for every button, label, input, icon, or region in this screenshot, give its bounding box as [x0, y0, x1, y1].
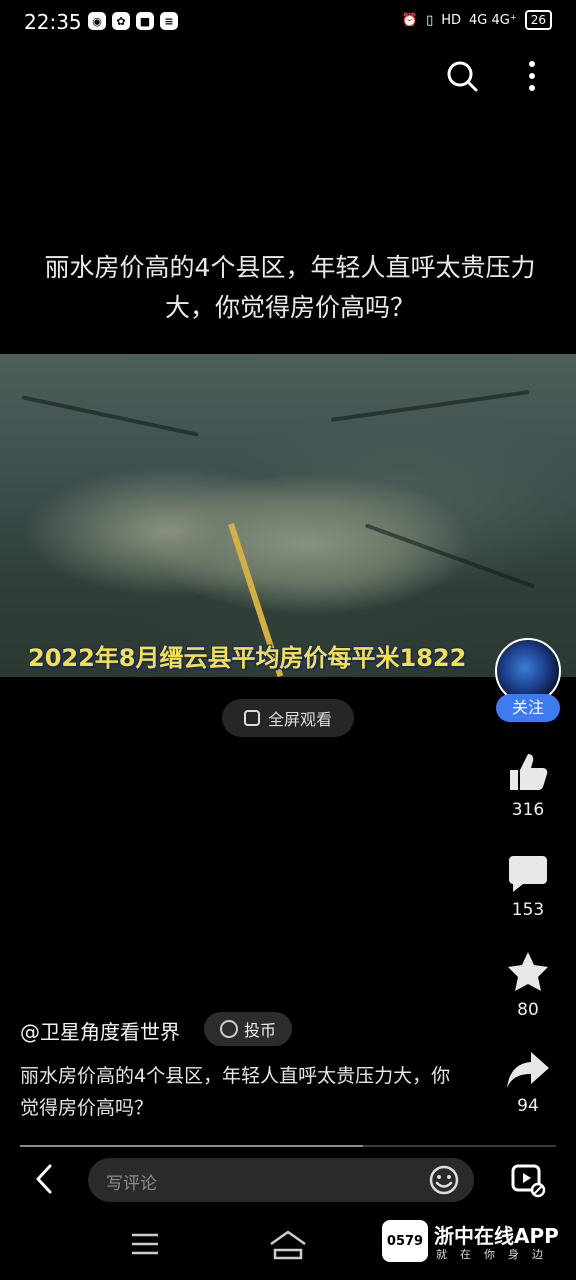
- signal-label: 4G 4G⁺: [469, 12, 517, 28]
- like-count: 316: [511, 800, 545, 820]
- comment-input[interactable]: 写评论: [88, 1158, 474, 1202]
- comment-button[interactable]: 153: [498, 852, 558, 920]
- comment-count: 153: [511, 900, 545, 920]
- favorite-button[interactable]: 80: [498, 950, 558, 1020]
- notification-icons: ◉ ✿ ■ ≡: [88, 12, 178, 30]
- status-bar: 22:35 ◉ ✿ ■ ≡ ⏰ ▯ HD 4G 4G⁺ 26: [0, 0, 576, 44]
- app-notification-icon: ◉: [88, 12, 106, 30]
- more-options-icon[interactable]: [518, 58, 546, 94]
- search-icon[interactable]: [444, 58, 480, 94]
- thumbs-up-icon: [510, 754, 548, 790]
- watermark-title: 浙中在线APP: [434, 1224, 559, 1248]
- status-right: ⏰ ▯ HD 4G 4G⁺ 26: [402, 10, 552, 30]
- home-icon[interactable]: [268, 1228, 308, 1262]
- alarm-icon: ⏰: [401, 12, 419, 28]
- author-name[interactable]: @卫星角度看世界: [20, 1016, 180, 1045]
- coin-label: 投币: [243, 1021, 276, 1040]
- mountain-ridge: [330, 390, 530, 422]
- share-count: 94: [517, 1096, 539, 1116]
- mini-player-icon[interactable]: [510, 1162, 546, 1198]
- video-progress-bar[interactable]: [20, 1145, 556, 1147]
- share-button[interactable]: 94: [498, 1050, 558, 1116]
- mountain-ridge: [21, 395, 199, 437]
- fullscreen-icon: [243, 710, 260, 726]
- star-icon: [508, 952, 548, 991]
- video-player[interactable]: 2022年8月缙云县平均房价每平米1822: [0, 354, 576, 677]
- favorite-count: 80: [517, 1000, 539, 1020]
- message-icon: ≡: [160, 12, 178, 30]
- progress-fill: [20, 1145, 364, 1147]
- fullscreen-label: 全屏观看: [267, 710, 332, 729]
- share-arrow-icon: [507, 1052, 549, 1088]
- back-arrow-icon[interactable]: [30, 1162, 60, 1196]
- battery-level: 26: [524, 10, 552, 30]
- status-time: 22:35: [24, 10, 82, 34]
- video-subtitle: 2022年8月缙云县平均房价每平米1822: [28, 644, 467, 672]
- menu-icon[interactable]: [130, 1232, 160, 1256]
- coin-icon: [219, 1020, 238, 1038]
- watermark-slogan: 就在你身边: [436, 1248, 556, 1261]
- follow-button[interactable]: 关注: [496, 694, 560, 722]
- coin-button[interactable]: 投币: [204, 1012, 292, 1046]
- comment-bubble-icon: [509, 856, 547, 892]
- vibrate-icon: ▯: [426, 12, 434, 28]
- emoji-icon[interactable]: [428, 1164, 460, 1196]
- watermark-logo: 0579: [382, 1220, 428, 1262]
- post-description: 丽水房价高的4个县区，年轻人直呼太贵压力大，你觉得房价高吗？: [20, 1065, 451, 1119]
- fullscreen-button[interactable]: 全屏观看: [222, 699, 354, 737]
- comment-placeholder: 写评论: [106, 1174, 157, 1194]
- app-icon: ■: [136, 12, 154, 30]
- hd-badge: HD: [441, 12, 462, 28]
- like-button[interactable]: 316: [498, 750, 558, 820]
- baidu-icon: ✿: [112, 12, 130, 30]
- video-title: 丽水房价高的4个县区，年轻人直呼太贵压力大，你觉得房价高吗？: [44, 253, 536, 322]
